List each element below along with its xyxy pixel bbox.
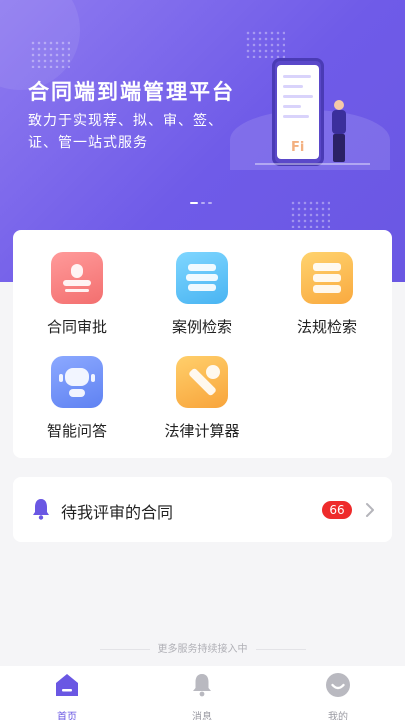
decor-dots: [30, 40, 70, 68]
func-label: 智能问答: [46, 422, 107, 440]
carousel-dot: [208, 202, 212, 204]
tab-label: 首页: [57, 712, 77, 720]
banner-title: 合同端到端管理平台: [28, 80, 235, 104]
bottom-tabbar: 首页 消息 我的: [0, 666, 405, 720]
wrench-icon: [176, 356, 228, 408]
func-label: 法规检索: [296, 318, 357, 336]
carousel-indicator: [190, 202, 212, 204]
phone-illustration: Fi: [272, 58, 324, 166]
carousel-dot-active: [190, 202, 198, 204]
func-case-search[interactable]: 案例检索: [142, 252, 262, 337]
banner-subtitle: 致力于实现荐、拟、审、签、证、管一站式服务: [28, 113, 223, 151]
tab-label: 消息: [192, 712, 212, 720]
bell-icon: [193, 674, 211, 697]
more-services-note: 更多服务持续接入中: [0, 640, 405, 655]
more-services-text: 更多服务持续接入中: [157, 644, 248, 655]
func-contract-approval[interactable]: 合同审批: [17, 252, 137, 337]
decor-dots: [245, 30, 285, 58]
person-illustration: [328, 100, 350, 164]
tab-label: 我的: [328, 712, 348, 720]
func-label: 合同审批: [46, 318, 107, 336]
decor-dots: [290, 200, 330, 228]
tab-home[interactable]: 首页: [27, 672, 107, 720]
pending-review-label: 待我评审的合同: [61, 503, 174, 522]
func-label: 法律计算器: [164, 422, 240, 440]
pending-review-card[interactable]: 待我评审的合同 66: [13, 477, 392, 542]
bell-icon: [33, 499, 49, 520]
stamp-icon: [51, 252, 103, 304]
tab-profile[interactable]: 我的: [298, 672, 378, 720]
tab-messages[interactable]: 消息: [162, 672, 242, 720]
func-regulation-search[interactable]: 法规检索: [267, 252, 387, 337]
robot-icon: [51, 356, 103, 408]
func-legal-calculator[interactable]: 法律计算器: [142, 356, 262, 441]
pending-count-badge: 66: [322, 501, 352, 519]
phone-logo: Fi: [291, 140, 305, 155]
function-grid: 合同审批 案例检索 法规检索 智能问答 法律计算器: [13, 230, 392, 458]
func-label: 案例检索: [171, 318, 232, 336]
chevron-right-icon: [366, 503, 374, 517]
server-icon: [301, 252, 353, 304]
smile-icon: [326, 673, 350, 697]
home-icon: [56, 674, 78, 696]
func-smart-qa[interactable]: 智能问答: [17, 356, 137, 441]
carousel-dot: [201, 202, 205, 204]
decor-ground: [255, 163, 370, 165]
books-icon: [176, 252, 228, 304]
